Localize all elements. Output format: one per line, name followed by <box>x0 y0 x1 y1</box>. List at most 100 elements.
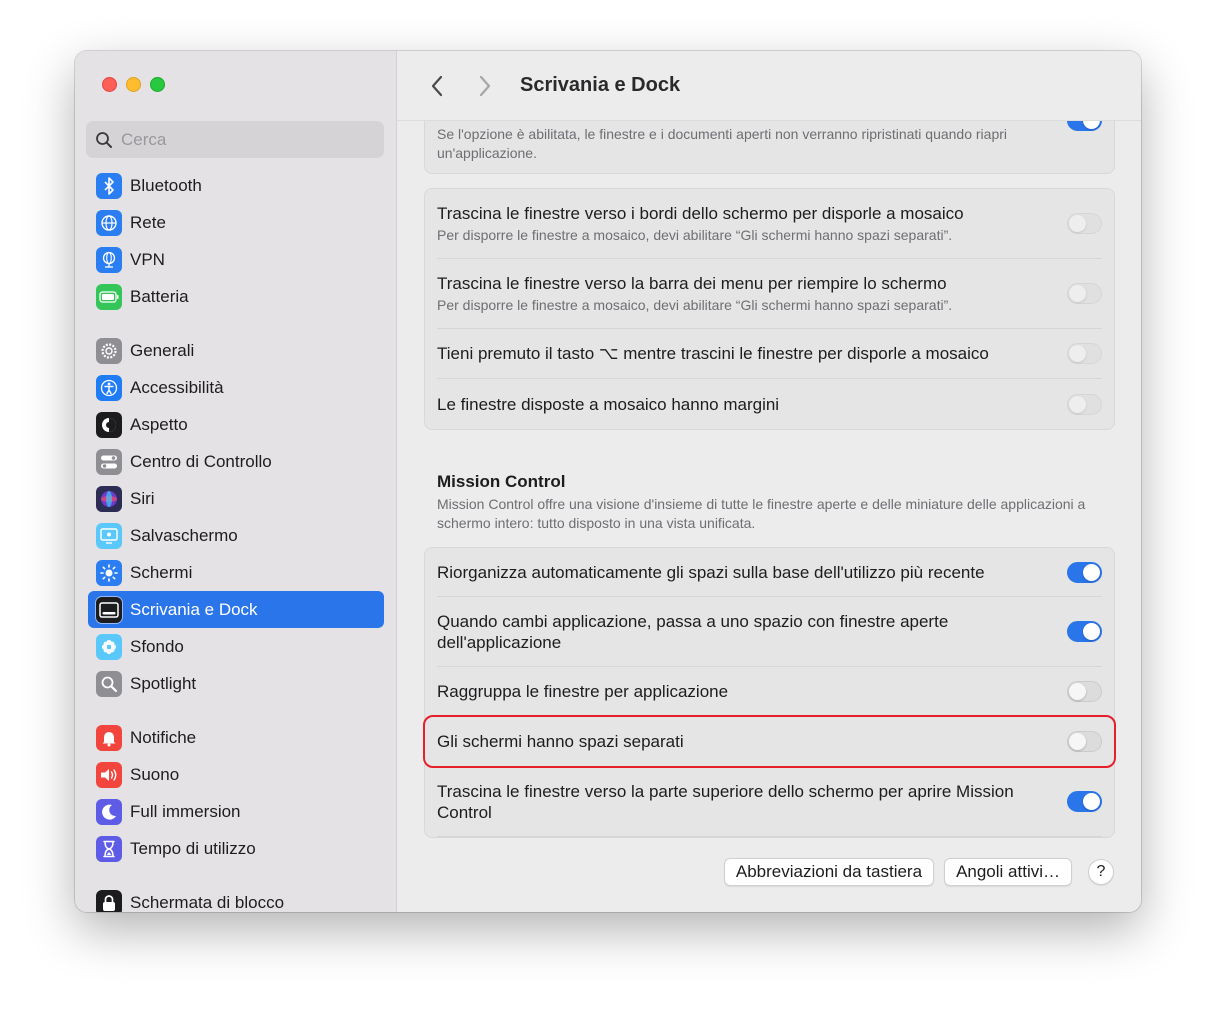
settings-row: Trascina le finestre verso i bordi dello… <box>437 189 1102 259</box>
sidebar-item-label: Salvaschermo <box>130 525 238 545</box>
sidebar-item-centro-di-controllo[interactable]: Centro di Controllo <box>88 443 384 480</box>
chevron-right-icon <box>479 75 491 96</box>
trascina-le-finestre-verso-i-bordi-dello-toggle[interactable] <box>1067 213 1102 234</box>
flower-icon <box>96 633 122 660</box>
sidebar-item-label: Suono <box>130 764 180 784</box>
row-description: Per disporre le finestre a mosaico, devi… <box>437 296 953 313</box>
settings-row: Riorganizza automaticamente gli spazi su… <box>437 548 1102 597</box>
footer-buttons: Abbreviazioni da tastiera Angoli attivi…… <box>723 858 1114 886</box>
sidebar-item-rete[interactable]: Rete <box>88 204 384 241</box>
window-controls <box>102 77 165 92</box>
sidebar-separator <box>88 702 384 719</box>
sidebar-item-label: Centro di Controllo <box>130 451 272 471</box>
row-description: Per disporre le finestre a mosaico, devi… <box>437 226 953 243</box>
row-label: Trascina le finestre verso la barra dei … <box>437 273 947 293</box>
row-label: Gli schermi hanno spazi separati <box>437 732 684 751</box>
sidebar-item-full-immersion[interactable]: Full immersion <box>88 793 384 830</box>
bell-icon <box>96 724 122 751</box>
sidebar-item-vpn[interactable]: VPN <box>88 241 384 278</box>
sidebar-item-schermi[interactable]: Schermi <box>88 554 384 591</box>
tiling-card: Trascina le finestre verso i bordi dello… <box>424 188 1115 430</box>
search-field[interactable] <box>86 121 384 158</box>
row-label: Le finestre disposte a mosaico hanno mar… <box>437 394 780 414</box>
forward-button[interactable] <box>470 71 500 101</box>
sidebar-item-suono[interactable]: Suono <box>88 756 384 793</box>
sidebar-item-label: Accessibilità <box>130 377 224 397</box>
sidebar-item-label: Schermi <box>130 562 193 582</box>
sidebar-item-label: Schermata di blocco <box>130 892 285 912</box>
settings-window: Bluetooth Rete VPN Batteria Generali Accessib… <box>75 51 1141 912</box>
sidebar-item-siri[interactable]: Siri <box>88 480 384 517</box>
sidebar-item-label: Rete <box>130 212 166 232</box>
sun-icon <box>96 559 122 586</box>
row-label: Quando cambi applicazione, passa a uno s… <box>437 611 949 652</box>
mission-control-card: Riorganizza automaticamente gli spazi su… <box>423 547 1116 838</box>
main-pane: Scrivania e Dock Se l'opzione è abilitat… <box>397 51 1141 912</box>
zoom-button[interactable] <box>150 77 165 92</box>
le-finestre-disposte-a-mosaico-hanno-mar-toggle[interactable] <box>1067 393 1102 415</box>
toolbar: Scrivania e Dock <box>397 51 1141 121</box>
sidebar-nav: Bluetooth Rete VPN Batteria Generali Accessib… <box>88 167 384 912</box>
globe-icon <box>96 209 122 236</box>
row-label: Trascina le finestre verso la parte supe… <box>437 781 1014 822</box>
sidebar-item-notifiche[interactable]: Notifiche <box>88 719 384 756</box>
mission-control-header: Mission Control Mission Control offre un… <box>424 472 1115 533</box>
sidebar-item-scrivania-e-dock[interactable]: Scrivania e Dock <box>88 591 384 628</box>
quando-cambi-applicazione-passa-a-uno-sp-toggle[interactable] <box>1067 621 1102 642</box>
raggruppa-le-finestre-per-applicazione-toggle[interactable] <box>1067 681 1102 702</box>
sidebar-item-generali[interactable]: Generali <box>88 332 384 369</box>
keyboard-shortcuts-button[interactable]: Abbreviazioni da tastiera <box>723 858 935 886</box>
tieni-premuto-il-tasto-mentre-trascini-l-toggle[interactable] <box>1067 343 1102 364</box>
hot-corners-button[interactable]: Angoli attivi… <box>944 858 1072 886</box>
gli-schermi-hanno-spazi-separati-toggle[interactable] <box>1067 731 1102 752</box>
magnifier-icon <box>96 670 122 697</box>
hourglass-icon <box>96 835 122 862</box>
close-button[interactable] <box>102 77 117 92</box>
battery-icon <box>96 283 122 310</box>
sidebar-item-label: Notifiche <box>130 727 197 747</box>
settings-row: Le finestre disposte a mosaico hanno mar… <box>437 379 1102 429</box>
search-input[interactable] <box>121 129 361 150</box>
sidebar-item-batteria[interactable]: Batteria <box>88 278 384 315</box>
sidebar-item-label: Full immersion <box>130 801 241 821</box>
dock-icon <box>96 596 122 623</box>
sidebar-item-label: VPN <box>130 249 165 269</box>
siri-icon <box>96 485 122 512</box>
sidebar-item-label: Tempo di utilizzo <box>130 838 256 858</box>
back-button[interactable] <box>422 71 452 101</box>
section-description: Mission Control offre una visione d'insi… <box>437 496 1086 531</box>
section-title: Mission Control <box>437 472 566 491</box>
accessibility-icon <box>96 374 122 401</box>
settings-row: Gli schermi hanno spazi separati <box>437 717 1102 767</box>
riorganizza-automaticamente-gli-spazi-su-toggle[interactable] <box>1067 561 1102 583</box>
minimize-button[interactable] <box>126 77 141 92</box>
sidebar-item-salvaschermo[interactable]: Salvaschermo <box>88 517 384 554</box>
sidebar-item-spotlight[interactable]: Spotlight <box>88 665 384 702</box>
settings-row: Trascina le finestre verso la parte supe… <box>437 767 1102 837</box>
sidebar-item-label: Batteria <box>130 286 189 306</box>
row-label: Riorganizza automaticamente gli spazi su… <box>437 562 985 582</box>
sidebar-item-label: Scrivania e Dock <box>130 599 258 619</box>
settings-row: Tieni premuto il tasto ⌥ mentre trascini… <box>437 329 1102 379</box>
sidebar-item-bluetooth[interactable]: Bluetooth <box>88 167 384 204</box>
settings-content: Se l'opzione è abilitata, le finestre e … <box>423 101 1116 838</box>
vpn-globe-icon <box>96 246 122 273</box>
help-button[interactable]: ? <box>1088 859 1114 885</box>
row-label: Raggruppa le finestre per applicazione <box>437 682 729 701</box>
sidebar-item-aspetto[interactable]: Aspetto <box>88 406 384 443</box>
sidebar-item-accessibilita[interactable]: Accessibilità <box>88 369 384 406</box>
sidebar-item-label: Siri <box>130 488 155 508</box>
settings-row: Trascina le finestre verso la barra dei … <box>437 259 1102 329</box>
sidebar-item-tempo-di-utilizzo[interactable]: Tempo di utilizzo <box>88 830 384 867</box>
trascina-le-finestre-verso-la-barra-dei--toggle[interactable] <box>1067 283 1102 304</box>
sidebar-item-schermata-di-blocco[interactable]: Schermata di blocco <box>88 884 384 912</box>
gear-icon <box>96 337 122 364</box>
sidebar-item-sfondo[interactable]: Sfondo <box>88 628 384 665</box>
search-icon <box>96 131 112 148</box>
sidebar-item-label: Bluetooth <box>130 175 202 195</box>
trascina-le-finestre-verso-la-parte-supe-toggle[interactable] <box>1067 791 1102 812</box>
row-label: Tieni premuto il tasto ⌥ mentre trascini… <box>437 344 989 363</box>
row-label: Trascina le finestre verso i bordi dello… <box>437 203 964 223</box>
row-description: Se l'opzione è abilitata, le finestre e … <box>437 126 1008 161</box>
page-title: Scrivania e Dock <box>520 74 681 96</box>
